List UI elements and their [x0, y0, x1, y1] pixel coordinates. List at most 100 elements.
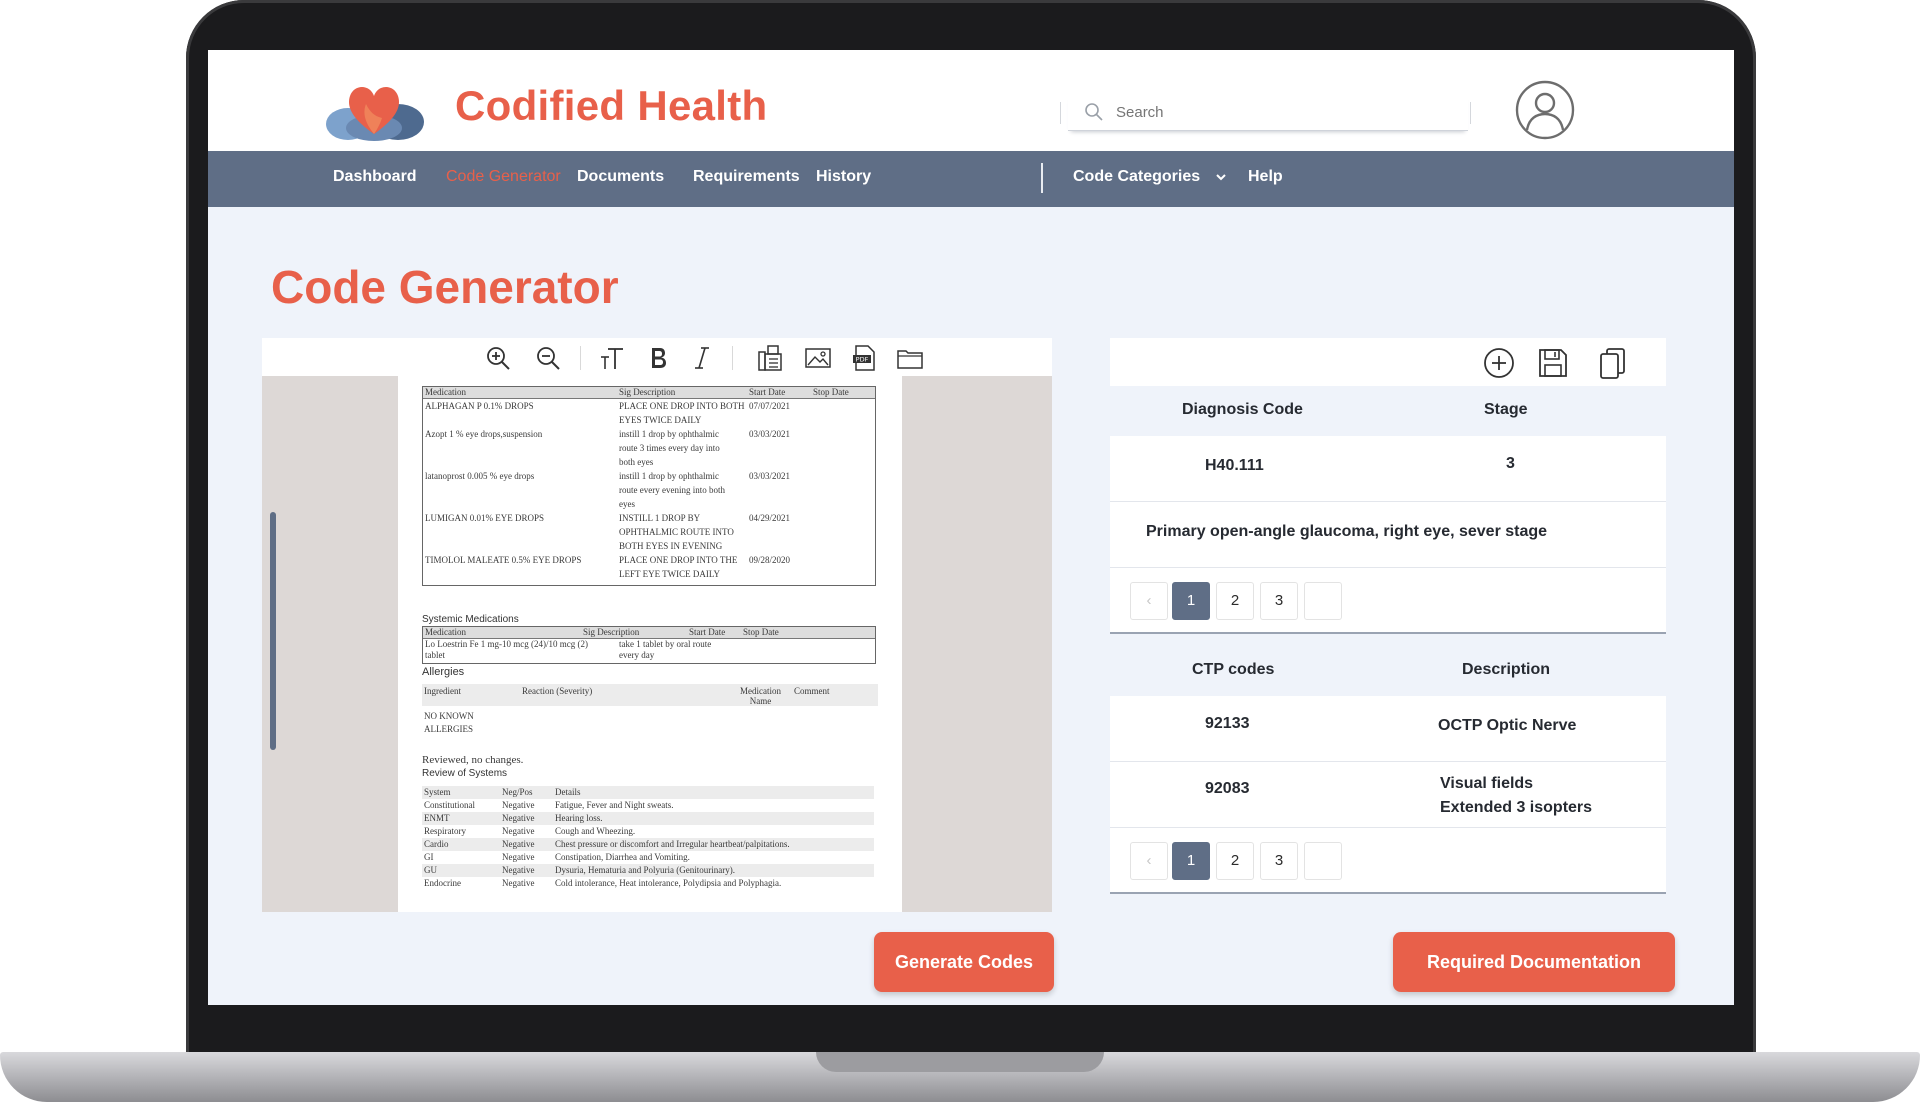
ros-cell: Cough and Wheezing.: [555, 826, 636, 836]
image-icon[interactable]: [804, 344, 832, 372]
ros-cell: Negative: [502, 826, 535, 836]
ros-cell: Negative: [502, 852, 535, 862]
ros-cell: Negative: [502, 839, 535, 849]
user-avatar-icon[interactable]: [1515, 80, 1575, 140]
med-name: Azopt 1 % eye drops,suspension: [425, 429, 543, 439]
bold-icon[interactable]: [644, 344, 672, 372]
pdf-icon[interactable]: PDF: [850, 344, 878, 372]
med-start: 07/07/2021: [749, 401, 791, 411]
pagination-page-2[interactable]: 2: [1216, 582, 1254, 620]
allergy-line: ALLERGIES: [424, 724, 473, 734]
toolbar-separator: [580, 346, 581, 370]
medication-table-header: Medication Sig Description Start Date St…: [423, 387, 875, 399]
diagnosis-code-header: Diagnosis Code: [1182, 401, 1303, 418]
ctp-row[interactable]: 92083 Visual fields Extended 3 isopters: [1110, 762, 1666, 828]
nav-help[interactable]: Help: [1248, 168, 1283, 186]
diagnosis-stage: 3: [1506, 455, 1515, 472]
diagnosis-pagination: ‹ 1 2 3: [1110, 568, 1666, 634]
ros-row: Endocrine Negative Cold intolerance, Heat …: [422, 877, 874, 890]
document-page: Medication Sig Description Start Date St…: [398, 376, 902, 912]
generate-codes-button[interactable]: Generate Codes: [874, 932, 1054, 992]
ros-cell: System: [424, 787, 451, 797]
header-cell: Stop Date: [813, 387, 849, 397]
ros-cell: Endocrine: [424, 878, 461, 888]
sig-line: every day: [619, 650, 655, 660]
allergy-table-header: Ingredient Reaction (Severity) Medicatio…: [422, 684, 878, 706]
header-cell: Medication: [425, 627, 466, 637]
italic-icon[interactable]: [688, 344, 716, 372]
search-input[interactable]: [1114, 102, 1458, 122]
pagination-next[interactable]: [1304, 582, 1342, 620]
main-nav: Dashboard Code Generator Documents Requi…: [208, 151, 1734, 207]
medication-table: Medication Sig Description Start Date St…: [422, 386, 876, 586]
sig-line: PLACE ONE DROP INTO BOTH: [619, 401, 745, 411]
nav-code-generator[interactable]: Code Generator: [446, 168, 561, 186]
med-name: LUMIGAN 0.01% EYE DROPS: [425, 513, 544, 523]
pagination-page-1[interactable]: 1: [1172, 582, 1210, 620]
text-size-icon[interactable]: [598, 344, 626, 372]
ctp-description-header: Description: [1462, 661, 1551, 678]
zoom-out-icon[interactable]: [534, 344, 562, 372]
ctp-code: 92133: [1205, 715, 1250, 732]
ros-cell: Constipation, Diarrhea and Vomiting.: [555, 852, 690, 862]
search-box[interactable]: [1068, 94, 1468, 131]
document-scrollbar[interactable]: [270, 512, 276, 750]
allergies-title: Allergies: [422, 666, 465, 678]
ros-cell: Cardio: [424, 839, 449, 849]
zoom-in-icon[interactable]: [484, 344, 512, 372]
app-header: Codified Health: [208, 50, 1734, 151]
med-sig: INSTILL 1 DROP BY OPHTHALMIC ROUTE INTO BO…: [619, 511, 734, 553]
add-circle-icon[interactable]: [1482, 346, 1516, 380]
ctp-table-header: CTP codes Description: [1110, 646, 1666, 696]
header-cell: Reaction (Severity): [522, 686, 593, 696]
sig-line: EYES TWICE DAILY: [619, 415, 702, 425]
med-name: Lo Loestrin Fe 1 mg-10 mcg (24)/10 mcg (…: [425, 639, 588, 661]
nav-documents[interactable]: Documents: [577, 168, 664, 186]
fax-icon[interactable]: [756, 344, 784, 372]
save-icon[interactable]: [1536, 346, 1570, 380]
pagination-prev[interactable]: ‹: [1130, 582, 1168, 620]
ros-cell: GU: [424, 865, 437, 875]
pagination-page-1[interactable]: 1: [1172, 842, 1210, 880]
med-name: ALPHAGAN P 0.1% DROPS: [425, 401, 534, 411]
systemic-table-header: Medication Sig Description Start Date St…: [423, 627, 875, 639]
pagination-page-2[interactable]: 2: [1216, 842, 1254, 880]
sig-line: instill 1 drop by ophthalmic: [619, 471, 719, 481]
pagination-page-3[interactable]: 3: [1260, 582, 1298, 620]
pagination-page-3[interactable]: 3: [1260, 842, 1298, 880]
ctp-row[interactable]: 92133 OCTP Optic Nerve: [1110, 696, 1666, 762]
ros-cell: Negative: [502, 813, 535, 823]
nav-dashboard[interactable]: Dashboard: [333, 168, 417, 186]
medication-row: latanoprost 0.005 % eye drops instill 1 …: [423, 469, 875, 511]
nav-requirements[interactable]: Requirements: [693, 168, 800, 186]
medication-row: ALPHAGAN P 0.1% DROPS PLACE ONE DROP INT…: [423, 399, 875, 427]
ros-cell: Negative: [502, 865, 535, 875]
med-sig: PLACE ONE DROP INTO BOTH EYES TWICE DAILY: [619, 399, 745, 427]
search-icon: [1085, 103, 1103, 121]
nav-history[interactable]: History: [816, 168, 871, 186]
systemic-row: Lo Loestrin Fe 1 mg-10 mcg (24)/10 mcg (…: [423, 639, 875, 664]
ros-cell: Hearing loss.: [555, 813, 603, 823]
search-divider-left: [1060, 102, 1061, 124]
pagination-next[interactable]: [1304, 842, 1342, 880]
ros-cell: Constitutional: [424, 800, 476, 810]
sig-line: route 3 times every day into: [619, 443, 720, 453]
toolbar-separator: [732, 346, 733, 370]
medication-row: LUMIGAN 0.01% EYE DROPS INSTILL 1 DROP B…: [423, 511, 875, 553]
sig-line: take 1 tablet by oral route: [619, 639, 712, 649]
nav-code-categories[interactable]: Code Categories: [1073, 168, 1227, 186]
diagnosis-row[interactable]: H40.111 3: [1110, 436, 1666, 502]
page-title: Code Generator: [271, 261, 619, 313]
ros-cell: Fatigue, Fever and Night sweats.: [555, 800, 674, 810]
med-start: 09/28/2020: [749, 555, 791, 565]
copy-icon[interactable]: [1596, 346, 1630, 380]
required-documentation-button[interactable]: Required Documentation: [1393, 932, 1675, 992]
med-sig: instill 1 drop by ophthalmic route 3 time…: [619, 427, 720, 469]
header-line: Name: [749, 696, 772, 706]
header-cell: Medication: [425, 387, 466, 397]
med-name: latanoprost 0.005 % eye drops: [425, 471, 535, 481]
sig-line: OPHTHALMIC ROUTE INTO: [619, 527, 734, 537]
diagnosis-description: Primary open-angle glaucoma, right eye, …: [1146, 523, 1548, 540]
folder-icon[interactable]: [896, 344, 924, 372]
pagination-prev[interactable]: ‹: [1130, 842, 1168, 880]
